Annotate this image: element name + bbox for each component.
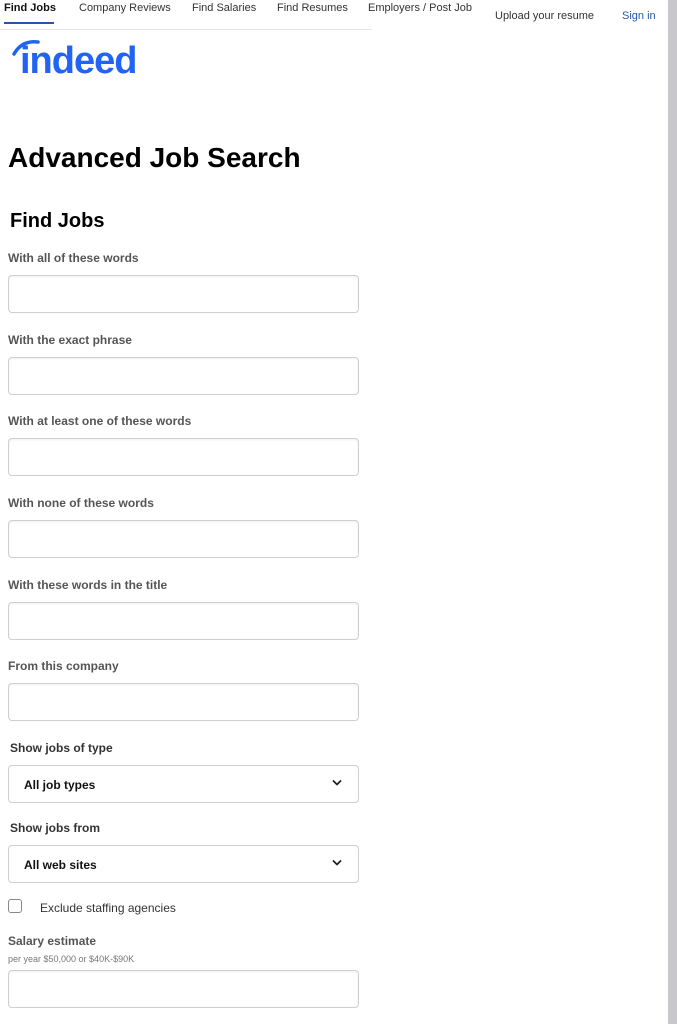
sign-in-link[interactable]: Sign in	[622, 10, 656, 22]
jobs-from-select[interactable]: All web sites	[8, 845, 359, 883]
all-words-label: With all of these words	[8, 251, 139, 265]
job-type-select[interactable]: All job types	[8, 765, 359, 803]
chevron-down-icon	[332, 780, 342, 786]
jobs-from-label: Show jobs from	[10, 821, 100, 835]
nav-find-resumes[interactable]: Find Resumes	[277, 2, 348, 14]
none-words-input[interactable]	[8, 520, 359, 558]
company-label: From this company	[8, 659, 119, 673]
at-least-one-label: With at least one of these words	[8, 414, 192, 428]
exclude-staffing-checkbox[interactable]	[8, 899, 22, 913]
scrollbar[interactable]	[668, 0, 677, 1024]
nav-employers-post-job[interactable]: Employers / Post Job	[368, 2, 472, 14]
at-least-one-input[interactable]	[8, 438, 359, 476]
section-title: Find Jobs	[10, 210, 105, 232]
jobs-from-selected-value: All web sites	[24, 858, 97, 872]
job-type-label: Show jobs of type	[10, 741, 113, 755]
company-input[interactable]	[8, 683, 359, 721]
job-type-selected-value: All job types	[24, 778, 96, 792]
chevron-down-icon	[332, 860, 342, 866]
indeed-logo[interactable]: indeed	[8, 38, 148, 84]
all-words-input[interactable]	[8, 275, 359, 313]
salary-input[interactable]	[8, 970, 359, 1008]
active-tab-indicator	[4, 22, 54, 24]
upload-resume-link[interactable]: Upload your resume	[495, 10, 594, 22]
nav-find-jobs[interactable]: Find Jobs	[4, 2, 56, 14]
page-title: Advanced Job Search	[8, 142, 301, 173]
none-words-label: With none of these words	[8, 496, 154, 510]
title-words-input[interactable]	[8, 602, 359, 640]
logo-text: indeed	[20, 40, 137, 82]
nav-find-salaries[interactable]: Find Salaries	[192, 2, 256, 14]
exact-phrase-input[interactable]	[8, 357, 359, 395]
exclude-staffing-label[interactable]: Exclude staffing agencies	[40, 901, 176, 915]
title-words-label: With these words in the title	[8, 578, 168, 592]
nav-company-reviews[interactable]: Company Reviews	[79, 2, 171, 14]
exact-phrase-label: With the exact phrase	[8, 333, 132, 347]
salary-label: Salary estimate	[8, 934, 97, 948]
top-navigation: Find Jobs Company Reviews Find Salaries …	[0, 0, 472, 30]
salary-hint: per year $50,000 or $40K-$90K	[8, 954, 135, 964]
